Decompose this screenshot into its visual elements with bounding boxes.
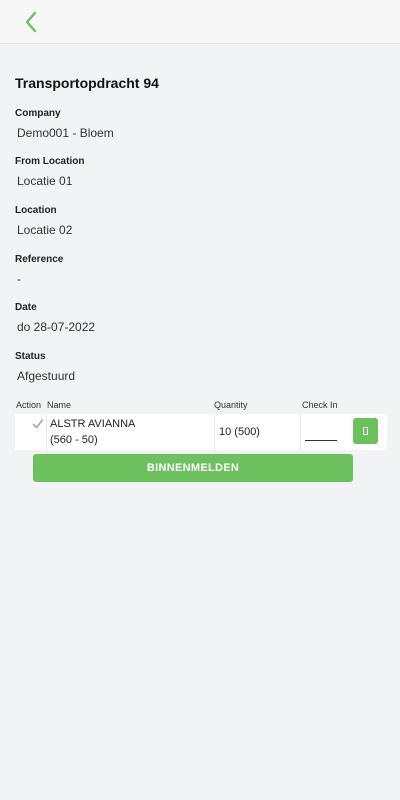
product-code: (560 - 50) [50, 434, 98, 446]
check-in-input[interactable] [305, 426, 337, 441]
column-header-name: Name [47, 400, 72, 410]
row-quantity-cell: 10 (500) [214, 414, 301, 450]
reference-label: Reference [15, 254, 64, 265]
from-location-label: From Location [15, 156, 85, 167]
chevron-left-icon [25, 11, 37, 33]
date-field: Date do 28-07-2022 [15, 302, 385, 334]
reference-field: Reference - [15, 254, 385, 286]
back-button[interactable] [20, 10, 44, 34]
row-action-cell [15, 414, 46, 450]
square-icon [363, 427, 368, 435]
quantity-value: 10 (500) [219, 426, 260, 438]
column-header-check-in: Check In [302, 400, 338, 410]
table-header: Action Name Quantity Check In [15, 400, 387, 412]
location-field: Location Locatie 02 [15, 205, 385, 237]
company-field: Company Demo001 - Bloem [15, 108, 385, 140]
product-name: ALSTR AVIANNA [50, 418, 136, 430]
row-check-in-cell [300, 414, 388, 450]
app-header [0, 0, 400, 44]
page-title: Transportopdracht 94 [15, 75, 159, 91]
location-value: Locatie 02 [17, 223, 73, 237]
binnenmelden-button[interactable]: BINNENMELDEN [33, 454, 353, 482]
status-field: Status Afgestuurd [15, 351, 385, 383]
row-name-cell: ALSTR AVIANNA (560 - 50) [46, 414, 215, 450]
status-label: Status [15, 351, 46, 362]
status-value: Afgestuurd [17, 369, 76, 383]
from-location-value: Locatie 01 [17, 174, 73, 188]
column-header-action: Action [16, 400, 42, 410]
company-value: Demo001 - Bloem [17, 126, 114, 140]
company-label: Company [15, 108, 61, 119]
date-label: Date [15, 302, 37, 313]
location-label: Location [15, 205, 57, 216]
column-header-quantity: Quantity [214, 400, 248, 410]
checkmark-icon [32, 419, 44, 429]
from-location-field: From Location Locatie 01 [15, 156, 385, 188]
reference-value: - [17, 272, 21, 286]
table-row: ALSTR AVIANNA (560 - 50) 10 (500) [15, 414, 387, 450]
date-value: do 28-07-2022 [17, 320, 96, 334]
check-in-button[interactable] [353, 418, 378, 444]
